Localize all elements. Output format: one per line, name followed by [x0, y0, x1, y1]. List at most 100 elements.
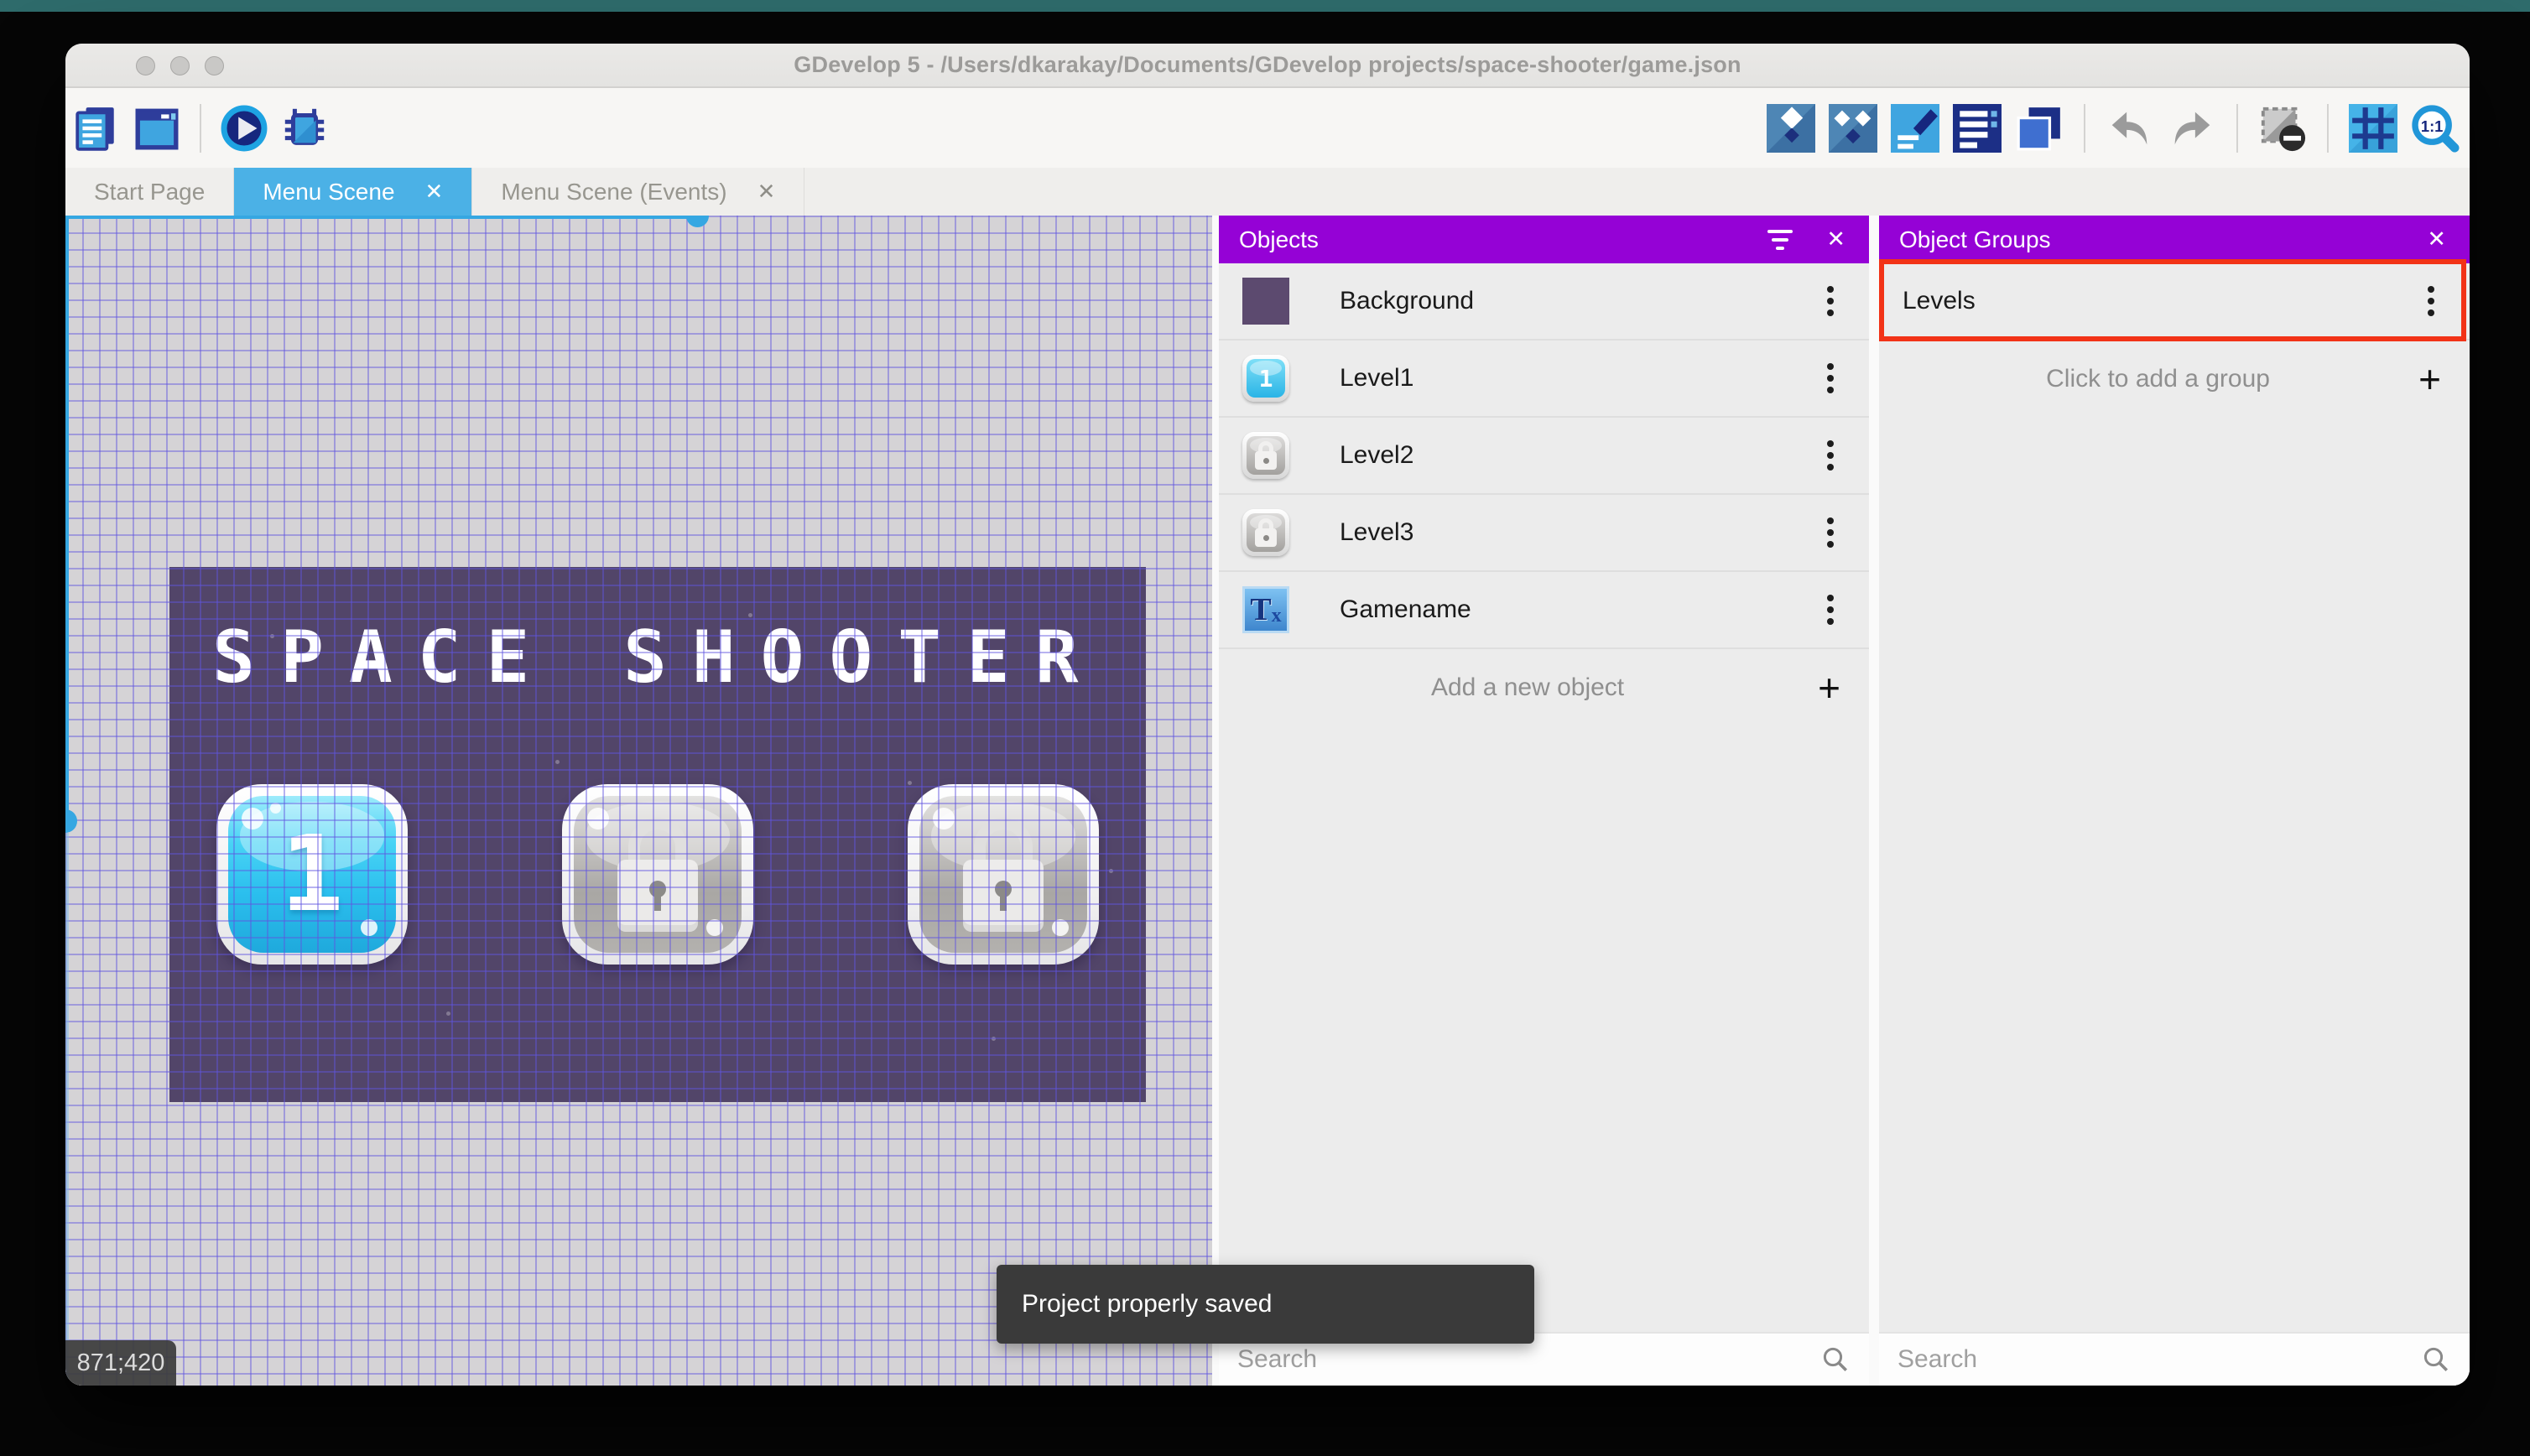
toolbar: 1:1: [65, 88, 2470, 168]
vertical-scroll-track: [65, 833, 69, 1386]
object-groups-panel-title: Object Groups: [1899, 226, 2051, 252]
close-tab-icon[interactable]: ✕: [425, 179, 444, 205]
scene-editor-icon[interactable]: [133, 104, 181, 153]
toolbar-separator: [2327, 103, 2329, 153]
toast-message: Project properly saved: [1022, 1290, 1273, 1318]
groups-search-bar: [1879, 1332, 2470, 1386]
search-icon[interactable]: [1820, 1344, 1851, 1375]
level3-locked-sprite[interactable]: [908, 784, 1099, 965]
add-group-row[interactable]: Click to add a group +: [1879, 341, 2470, 418]
filter-icon[interactable]: [1766, 229, 1794, 250]
background-object-icon: [1242, 278, 1289, 325]
cursor-coordinates-badge: 871;420: [65, 1340, 176, 1386]
row-menu-icon[interactable]: [1827, 517, 1834, 548]
row-menu-icon[interactable]: [2428, 286, 2434, 316]
toggle-grid-icon[interactable]: [2349, 103, 2397, 153]
zoom-window-button[interactable]: [205, 56, 224, 75]
object-groups-panel-header: Object Groups ✕: [1879, 216, 2470, 263]
objects-panel: Objects ✕ Background 1 Level1 Level2 Lev…: [1219, 216, 1869, 1386]
level2-locked-sprite[interactable]: [562, 784, 753, 965]
desktop-background: [0, 0, 2530, 12]
object-groups-panel-icon[interactable]: [1829, 103, 1877, 153]
traffic-lights: [136, 56, 224, 75]
objects-panel-header: Objects ✕: [1219, 216, 1869, 263]
lock-object-icon: [1242, 432, 1289, 479]
star-dot: [1109, 869, 1113, 873]
lock-icon: [963, 817, 1044, 932]
group-row-levels[interactable]: Levels: [1879, 263, 2470, 341]
groups-search-input[interactable]: [1898, 1345, 2411, 1374]
main-area: SPACE SHOOTER 1 871;420 Objects ✕ Backgr…: [65, 216, 2470, 1386]
toolbar-separator: [2236, 103, 2238, 153]
toggle-mask-icon[interactable]: [2258, 104, 2307, 153]
plus-icon[interactable]: +: [1818, 665, 1840, 710]
horizontal-scroll-handle[interactable]: [686, 216, 709, 227]
gloss-bubble: [587, 808, 609, 829]
minimize-window-button[interactable]: [170, 56, 190, 75]
instances-list-icon[interactable]: [1953, 103, 2002, 153]
gloss-bubble: [361, 919, 377, 936]
tab-label: Menu Scene: [263, 178, 395, 205]
layers-panel-icon[interactable]: [2015, 104, 2064, 153]
lock-object-icon: [1242, 509, 1289, 556]
panel-divider[interactable]: [1869, 216, 1879, 1386]
tab-label: Menu Scene (Events): [501, 178, 727, 205]
undo-icon[interactable]: [2106, 104, 2154, 153]
gloss-bubble: [242, 808, 263, 829]
object-row-gamename[interactable]: Tx Gamename: [1219, 572, 1869, 649]
object-groups-panel-empty: [1879, 418, 2470, 1332]
objects-panel-empty: [1219, 726, 1869, 1332]
row-menu-icon[interactable]: [1827, 363, 1834, 393]
panel-divider[interactable]: [1212, 216, 1219, 1386]
redo-icon[interactable]: [2168, 104, 2216, 153]
tab-label: Start Page: [94, 178, 206, 205]
tabbar: Start Page Menu Scene ✕ Menu Scene (Even…: [65, 168, 2470, 216]
preview-play-icon[interactable]: [220, 104, 268, 153]
text-object-icon: Tx: [1242, 586, 1289, 633]
zoom-1-1-icon[interactable]: 1:1: [2411, 104, 2460, 153]
close-tab-icon[interactable]: ✕: [757, 179, 776, 205]
tab-start-page[interactable]: Start Page: [65, 168, 235, 216]
close-window-button[interactable]: [136, 56, 155, 75]
row-menu-icon[interactable]: [1827, 595, 1834, 625]
star-dot: [446, 1011, 450, 1016]
lock-icon: [617, 817, 698, 932]
tab-menu-scene-events[interactable]: Menu Scene (Events) ✕: [472, 168, 805, 216]
vertical-scroll-handle[interactable]: [65, 809, 77, 833]
gloss-bubble: [706, 919, 723, 936]
scene-canvas[interactable]: SPACE SHOOTER 1 871;420: [65, 216, 1212, 1386]
object-row-background[interactable]: Background: [1219, 263, 1869, 341]
level1-button-sprite[interactable]: 1: [216, 784, 408, 965]
level1-object-icon: 1: [1242, 355, 1289, 402]
search-icon[interactable]: [2421, 1344, 2451, 1375]
game-scene-background[interactable]: SPACE SHOOTER 1: [169, 567, 1146, 1102]
object-row-level3[interactable]: Level3: [1219, 495, 1869, 572]
tab-menu-scene[interactable]: Menu Scene ✕: [234, 168, 473, 216]
project-manager-icon[interactable]: [72, 104, 121, 153]
objects-search-input[interactable]: [1237, 1345, 1810, 1374]
row-menu-icon[interactable]: [1827, 286, 1834, 316]
objects-panel-title: Objects: [1239, 226, 1319, 252]
vertical-scroll-indicator[interactable]: [65, 216, 69, 822]
game-title-text[interactable]: SPACE SHOOTER: [169, 616, 1146, 699]
properties-panel-icon[interactable]: [1891, 103, 1939, 153]
object-row-level1[interactable]: 1 Level1: [1219, 341, 1869, 418]
window-title: GDevelop 5 - /Users/dkarakay/Documents/G…: [794, 52, 1741, 77]
row-menu-icon[interactable]: [1827, 440, 1834, 471]
horizontal-scroll-indicator[interactable]: [65, 216, 696, 219]
toolbar-separator: [2084, 103, 2085, 153]
star-dot: [992, 1037, 996, 1041]
objects-panel-icon[interactable]: [1767, 103, 1815, 153]
debug-icon[interactable]: [280, 104, 329, 153]
gloss-bubble: [1052, 919, 1069, 936]
gloss-bubble: [933, 808, 955, 829]
level1-digit: 1: [280, 814, 344, 935]
object-groups-panel: Object Groups ✕ Levels Click to add a gr…: [1879, 216, 2470, 1386]
zoom-label: 1:1: [2421, 117, 2444, 134]
save-toast: Project properly saved: [997, 1265, 1534, 1344]
add-object-row[interactable]: Add a new object +: [1219, 649, 1869, 726]
close-panel-icon[interactable]: ✕: [2423, 226, 2449, 252]
close-panel-icon[interactable]: ✕: [1823, 226, 1849, 252]
plus-icon[interactable]: +: [2418, 356, 2441, 402]
object-row-level2[interactable]: Level2: [1219, 418, 1869, 495]
